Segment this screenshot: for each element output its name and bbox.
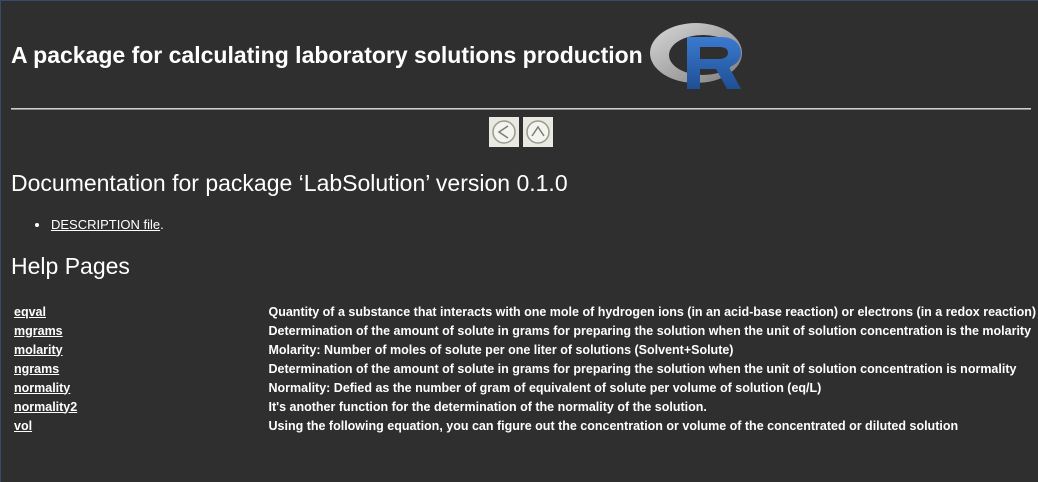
description-file-link[interactable]: DESCRIPTION file [51,217,160,232]
arrow-left-icon [492,120,516,144]
help-description: Determination of the amount of solute in… [268,361,1017,376]
description-list: DESCRIPTION file. [35,217,164,232]
table-row: normality Normality: Defied as the numbe… [12,378,1038,397]
help-link-normality2[interactable]: normality2 [14,400,77,414]
help-link-normality[interactable]: normality [14,381,70,395]
help-pages-title: Help Pages [11,253,130,279]
help-description: Determination of the amount of solute in… [268,323,1032,338]
help-link-mgrams[interactable]: mgrams [14,324,63,338]
help-link-eqval[interactable]: eqval [14,305,46,319]
up-button[interactable] [523,117,553,147]
table-row: eqval Quantity of a substance that inter… [12,302,1038,321]
arrow-up-icon [526,120,550,144]
page-header: A package for calculating laboratory sol… [11,19,745,91]
header-divider [11,108,1031,110]
back-button[interactable] [489,117,519,147]
table-row: ngrams Determination of the amount of so… [12,359,1038,378]
help-description: Quantity of a substance that interacts w… [268,304,1037,319]
table-row: normality2 It's another function for the… [12,397,1038,416]
help-description: It's another function for the determinat… [268,399,707,414]
help-description: Normality: Defied as the number of gram … [268,380,822,395]
list-item-suffix: . [160,217,164,232]
table-row: mgrams Determination of the amount of so… [12,321,1038,340]
table-row: vol Using the following equation, you ca… [12,416,1038,435]
list-item: DESCRIPTION file. [35,217,164,232]
help-link-ngrams[interactable]: ngrams [14,362,59,376]
help-description: Molarity: Number of moles of solute per … [268,342,734,357]
help-link-vol[interactable]: vol [14,419,32,433]
help-description: Using the following equation, you can fi… [268,418,959,433]
r-logo-icon [649,23,742,89]
help-link-molarity[interactable]: molarity [14,343,63,357]
table-row: molarity Molarity: Number of moles of so… [12,340,1038,359]
help-pages-table: eqval Quantity of a substance that inter… [12,302,1038,435]
documentation-title: Documentation for package ‘LabSolution’ … [11,170,568,196]
navigation-buttons [489,117,553,147]
page-title: A package for calculating laboratory sol… [11,41,643,68]
